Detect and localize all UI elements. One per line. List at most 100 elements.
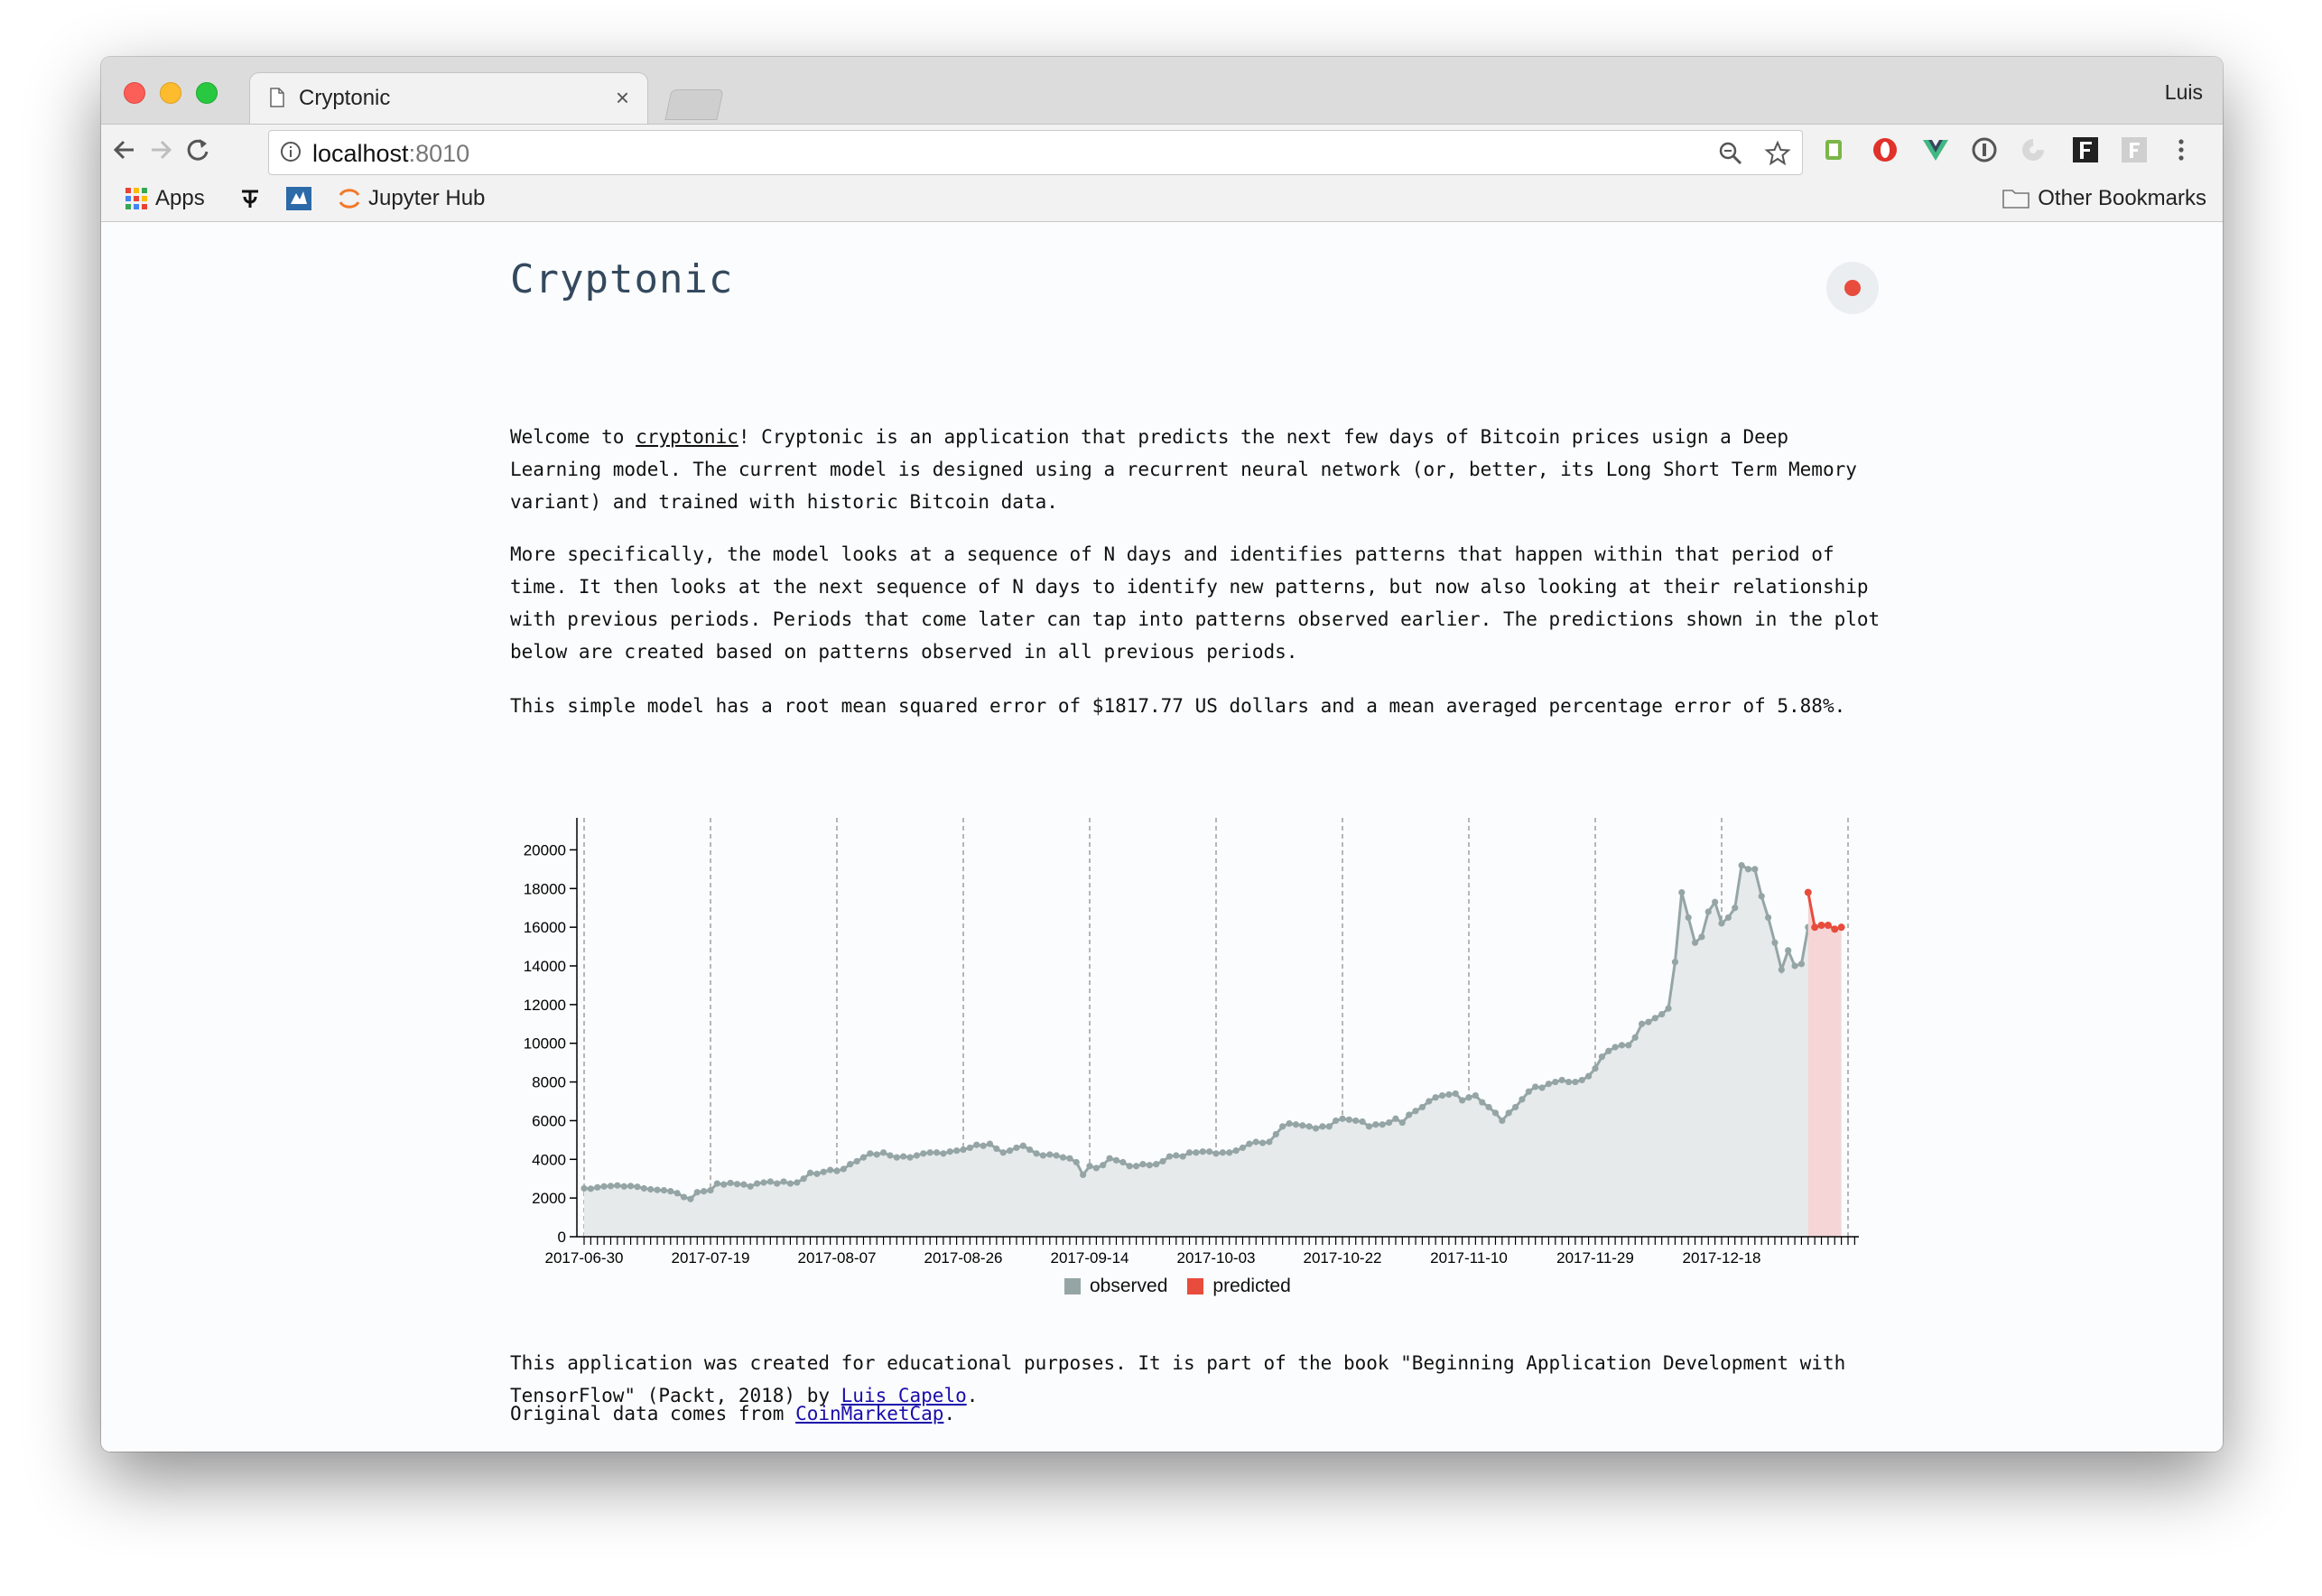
observed-point — [813, 1170, 821, 1177]
observed-point — [1146, 1162, 1153, 1169]
extension-vue-icon[interactable] — [1921, 135, 1950, 164]
observed-point — [1372, 1121, 1379, 1128]
observed-point — [1219, 1149, 1226, 1156]
bookmark-apps[interactable]: Apps — [125, 185, 205, 212]
observed-point — [1778, 966, 1785, 973]
tab-cryptonic[interactable]: Cryptonic × — [250, 73, 647, 124]
bookmark-jupyter-hub[interactable]: Jupyter Hub — [338, 185, 485, 212]
bookmark-nytimes[interactable] — [238, 185, 262, 212]
extension-1password-icon[interactable] — [1970, 135, 1999, 164]
observed-point — [1279, 1123, 1286, 1130]
observed-point — [1738, 861, 1745, 869]
observed-point — [1552, 1078, 1559, 1086]
bookmark-star-icon[interactable] — [1764, 140, 1791, 167]
window-maximize-button[interactable] — [196, 82, 218, 104]
observed-point — [1631, 1034, 1639, 1041]
observed-point — [760, 1179, 767, 1186]
observed-point — [1126, 1163, 1133, 1170]
observed-point — [1206, 1148, 1213, 1155]
jupyter-icon — [339, 189, 360, 209]
reload-icon[interactable] — [181, 134, 214, 166]
bookmarks-bar: Apps Jupyter Hub Other Bookmarks — [101, 176, 2223, 222]
address-bar[interactable]: localhost:8010 — [268, 130, 1803, 175]
window-minimize-button[interactable] — [160, 82, 181, 104]
observed-point — [720, 1181, 728, 1188]
observed-point — [806, 1169, 814, 1176]
predicted-point — [1837, 923, 1845, 932]
observed-point — [713, 1180, 720, 1187]
x-tick-label: 2017-07-19 — [672, 1249, 750, 1267]
extension-opera-icon[interactable] — [1871, 135, 1899, 164]
observed-point — [1406, 1111, 1413, 1118]
extension-f-icon[interactable] — [2071, 135, 2100, 164]
observed-point — [827, 1166, 834, 1174]
observed-point — [1718, 920, 1725, 927]
observed-point — [1459, 1097, 1466, 1104]
nytimes-icon — [242, 190, 258, 208]
observed-point — [1100, 1162, 1107, 1169]
observed-point — [1452, 1090, 1459, 1098]
observed-point — [1352, 1117, 1360, 1125]
observed-point — [926, 1149, 933, 1156]
observed-point — [1059, 1154, 1067, 1161]
observed-point — [687, 1195, 694, 1202]
info-icon[interactable] — [280, 141, 302, 162]
observed-point — [1179, 1153, 1186, 1160]
observed-point — [740, 1181, 748, 1188]
observed-point — [1791, 962, 1798, 970]
observed-point — [1704, 908, 1712, 915]
record-button[interactable] — [1826, 262, 1879, 314]
profile-name[interactable]: Luis — [2165, 80, 2203, 105]
intro-prefix: Welcome to — [510, 426, 636, 448]
forward-icon[interactable] — [144, 134, 177, 166]
zoom-icon[interactable] — [1717, 140, 1744, 167]
observed-point — [893, 1154, 900, 1161]
x-tick-label: 2017-10-22 — [1304, 1249, 1382, 1267]
observed-point — [1685, 914, 1692, 922]
tab-strip: Cryptonic × Luis — [101, 57, 2223, 124]
observed-point — [1292, 1121, 1300, 1128]
observed-point — [913, 1152, 921, 1159]
observed-point — [1426, 1098, 1433, 1105]
menu-kebab-icon[interactable] — [2174, 135, 2188, 164]
url-text[interactable]: localhost:8010 — [312, 140, 469, 168]
x-tick-label: 2017-09-14 — [1051, 1249, 1129, 1267]
tab-close-icon[interactable]: × — [616, 84, 629, 112]
extension-evernote-icon[interactable] — [1820, 135, 1849, 164]
toolbar: localhost:8010 — [101, 124, 2223, 177]
observed-point — [667, 1188, 674, 1195]
observed-point — [1286, 1120, 1293, 1127]
observed-point — [1305, 1123, 1313, 1130]
extension-f-gray-icon[interactable] — [2120, 135, 2149, 164]
observed-point — [867, 1150, 874, 1157]
extension-muted-icon[interactable] — [2019, 135, 2048, 164]
observed-point — [999, 1149, 1007, 1156]
new-tab-button[interactable] — [664, 89, 724, 120]
legend-predicted-label: predicted — [1212, 1276, 1291, 1296]
observed-point — [1651, 1015, 1658, 1022]
observed-point — [1491, 1109, 1500, 1117]
browser-window: Cryptonic × Luis localhost:8010 Apps Jup… — [101, 57, 2223, 1452]
observed-point — [1046, 1151, 1054, 1158]
observed-point — [1744, 866, 1752, 873]
bookmark-site[interactable] — [285, 185, 312, 212]
observed-point — [1013, 1144, 1020, 1152]
url-host: localhost — [312, 140, 409, 167]
x-tick-label: 2017-08-07 — [798, 1249, 877, 1267]
observed-point — [900, 1153, 907, 1160]
observed-point — [786, 1180, 794, 1187]
x-tick-label: 2017-06-30 — [545, 1249, 624, 1267]
bookmark-other[interactable]: Other Bookmarks — [2002, 185, 2206, 212]
observed-point — [1132, 1163, 1140, 1170]
y-tick-label: 8000 — [532, 1074, 566, 1091]
predicted-point — [1804, 888, 1812, 896]
observed-point — [1565, 1078, 1573, 1086]
observed-point — [1585, 1072, 1593, 1080]
observed-point — [1080, 1171, 1087, 1179]
window-close-button[interactable] — [124, 82, 145, 104]
coinmarketcap-link[interactable]: CoinMarketCap — [795, 1403, 943, 1424]
y-tick-label: 20000 — [524, 841, 566, 858]
back-icon[interactable] — [108, 134, 141, 166]
observed-point — [1758, 893, 1765, 900]
cryptonic-link[interactable]: cryptonic — [636, 426, 738, 448]
